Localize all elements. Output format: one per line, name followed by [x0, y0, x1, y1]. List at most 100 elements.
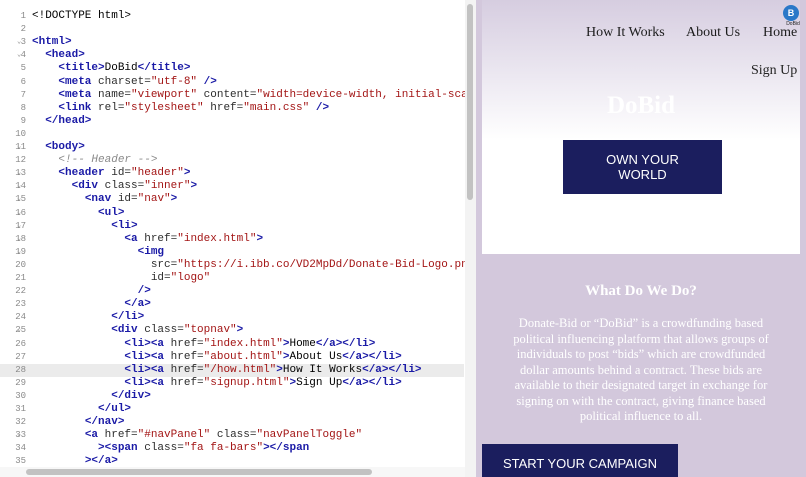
line-number: 34	[15, 443, 26, 454]
line-number: 1	[20, 11, 26, 21]
code-text: <meta charset="utf-8" />	[58, 75, 217, 88]
code-line[interactable]: 21 id="logo"	[0, 272, 464, 285]
fold-toggle-icon[interactable]: ⌄	[17, 167, 25, 180]
horizontal-scrollbar-thumb[interactable]	[26, 469, 372, 475]
code-line[interactable]: 17 ⌄ <li>	[0, 220, 464, 233]
code-line[interactable]: 16 ⌄ <ul>	[0, 207, 464, 220]
code-text: />	[137, 285, 151, 298]
fold-toggle-icon[interactable]: ⌄	[17, 36, 25, 49]
code-line[interactable]: 20 src="https://i.ibb.co/VD2MpDd/Donate-…	[0, 259, 474, 272]
code-editor[interactable]: 1 <!DOCTYPE html> 2 3 ⌄ <html> 4 ⌄ <head> 5 <tit…	[0, 0, 476, 477]
code-text: <a href="#navPanel" class="navPanelToggl…	[84, 429, 363, 442]
code-text: ><span class="fa fa-bars"></span	[98, 442, 310, 455]
fold-toggle-icon[interactable]: ⌄	[17, 429, 25, 442]
code-line[interactable]: 15 ⌄ <nav id="nav">	[0, 193, 464, 206]
code-line[interactable]: 33 ⌄ <a href="#navPanel" class="navPanelT…	[0, 429, 464, 442]
code-text: <li><a href="index.html">Home</a></li>	[124, 337, 376, 350]
code-line[interactable]: 28 <li><a href="/how.html">How It Works<…	[0, 363, 464, 377]
code-line[interactable]: 13 ⌄ <header id="header">	[0, 167, 464, 180]
line-number: 20	[15, 259, 26, 270]
code-line[interactable]: 6 <meta charset="utf-8" />	[0, 76, 464, 89]
code-text: <div class="inner">	[71, 180, 198, 193]
fold-toggle-icon[interactable]: ⌄	[17, 49, 25, 62]
code-line[interactable]: 8 <link rel="stylesheet" href="main.css"…	[0, 102, 464, 115]
fold-toggle-icon[interactable]: ⌄	[17, 220, 25, 233]
line-number: 29	[15, 377, 26, 388]
line-number: 23	[15, 299, 26, 310]
vertical-scrollbar[interactable]	[465, 0, 476, 477]
dobid-logo[interactable]: B DoBid	[781, 5, 805, 27]
own-your-world-button[interactable]: OWN YOUR WORLD	[563, 140, 722, 194]
nav-link-home[interactable]: Home	[763, 25, 797, 41]
code-line[interactable]: 23 </a>	[0, 298, 464, 311]
code-line[interactable]: 29 <li><a href="signup.html">Sign Up</a>…	[0, 377, 464, 390]
code-line[interactable]: 1 <!DOCTYPE html>	[0, 10, 464, 23]
code-line[interactable]: 10	[0, 128, 464, 141]
code-text: id="logo"	[150, 272, 211, 284]
code-text: </li>	[111, 311, 145, 324]
line-number: 5	[20, 63, 26, 74]
line-number: 24	[15, 312, 26, 323]
line-number: 31	[15, 404, 26, 414]
start-campaign-button[interactable]: START YOUR CAMPAIGN	[482, 444, 678, 477]
fold-toggle-icon[interactable]: ⌄	[17, 193, 25, 206]
code-line[interactable]: 5 <title>DoBid</title>	[0, 62, 464, 75]
own-button-line1: OWN YOUR	[606, 152, 679, 167]
code-line[interactable]: 9 </head>	[0, 115, 464, 128]
code-line[interactable]: 2	[0, 23, 464, 36]
nav-link-how-it-works[interactable]: How It Works	[586, 25, 665, 41]
code-line[interactable]: 26 <li><a href="index.html">Home</a></li…	[0, 338, 464, 351]
code-text: <li>	[111, 219, 138, 232]
line-number: 6	[20, 76, 26, 87]
fold-toggle-icon[interactable]: ⌄	[17, 233, 25, 246]
code-line[interactable]: 27 <li><a href="about.html">About Us</a>…	[0, 351, 464, 364]
nav-link-about-us[interactable]: About Us	[686, 25, 740, 41]
code-line[interactable]: 11 ⌄ <body>	[0, 141, 464, 154]
code-line[interactable]: 22 />	[0, 285, 464, 298]
code-line[interactable]: 3 ⌄ <html>	[0, 36, 464, 49]
section-description: Donate-Bid or “DoBid” is a crowdfunding …	[513, 316, 769, 423]
code-line[interactable]: 4 ⌄ <head>	[0, 49, 464, 62]
code-line[interactable]: 25 ⌄ <div class="topnav">	[0, 324, 464, 337]
code-line[interactable]: 12 <!-- Header -->	[0, 154, 464, 167]
fold-toggle-icon[interactable]: ⌄	[17, 141, 25, 154]
live-preview: B DoBid How It Works About Us Home Sign …	[476, 0, 806, 477]
code-text: </a>	[124, 298, 151, 311]
line-number: 2	[20, 24, 26, 35]
code-text: </div>	[111, 389, 151, 402]
line-number: 9	[20, 115, 26, 126]
code-text: <li><a href="about.html">About Us</a></l…	[124, 350, 402, 363]
code-text: <a href="index.html">	[124, 232, 264, 245]
line-number: 21	[15, 273, 26, 283]
own-button-line2: WORLD	[618, 167, 667, 182]
nav-link-sign-up[interactable]: Sign Up	[751, 63, 797, 79]
code-text: <img	[137, 245, 165, 258]
code-line[interactable]: 14 ⌄ <div class="inner">	[0, 180, 464, 193]
line-number: 28	[15, 364, 26, 375]
code-line[interactable]: 34 ><span class="fa fa-bars"></span	[0, 442, 464, 455]
fold-toggle-icon[interactable]: ⌄	[17, 246, 25, 259]
code-line[interactable]: 7 <meta name="viewport" content="width=d…	[0, 89, 475, 102]
fold-toggle-icon[interactable]: ⌄	[17, 180, 25, 193]
code-line[interactable]: 19 ⌄ <img	[0, 246, 464, 259]
code-text: </nav>	[84, 416, 125, 429]
code-line[interactable]: 31 </ul>	[0, 403, 464, 416]
code-text: src="https://i.ibb.co/VD2MpDd/Donate-Bid…	[150, 258, 475, 271]
line-number: 27	[15, 351, 26, 362]
fold-toggle-icon[interactable]: ⌄	[17, 324, 25, 337]
line-number: 8	[20, 102, 26, 113]
code-line[interactable]: 32 </nav>	[0, 416, 464, 429]
brand-title: DoBid	[606, 92, 676, 119]
vertical-scrollbar-thumb[interactable]	[467, 4, 473, 200]
code-line[interactable]: 24 </li>	[0, 311, 464, 324]
code-text: <html>	[32, 36, 72, 49]
fold-toggle-icon[interactable]: ⌄	[17, 207, 25, 220]
code-text: <!DOCTYPE html>	[32, 10, 132, 22]
code-text: <div class="topnav">	[111, 324, 244, 337]
code-line[interactable]: 18 ⌄ <a href="index.html">	[0, 233, 464, 246]
code-text: <li><a href="signup.html">Sign Up</a></l…	[124, 376, 402, 389]
code-text: <nav id="nav">	[84, 193, 178, 206]
horizontal-scrollbar[interactable]	[0, 467, 465, 477]
code-line[interactable]: 30 </div>	[0, 390, 464, 403]
code-text: </ul>	[98, 403, 132, 415]
